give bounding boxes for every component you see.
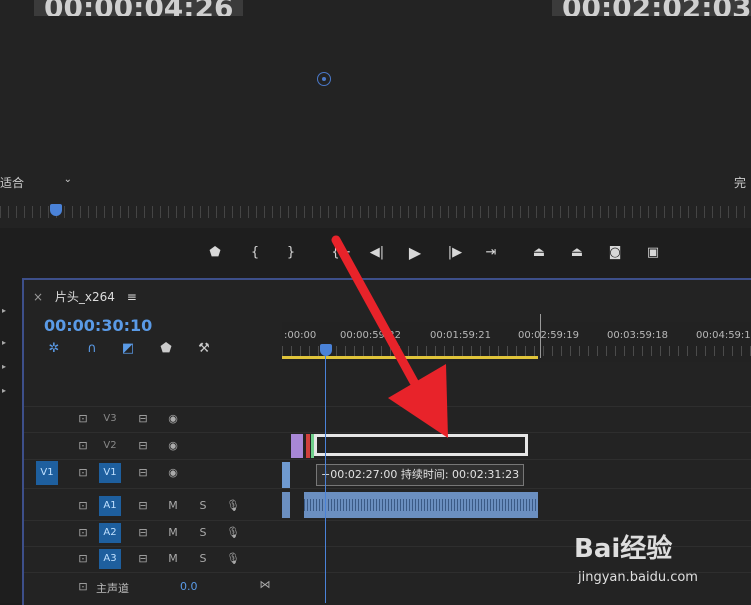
- program-monitor: 00:00:04:26 00:02:02:03 适合 ⌄ 完: [0, 0, 751, 228]
- mute-button[interactable]: M: [166, 499, 180, 513]
- ruler-ticks: [282, 346, 751, 356]
- microphone-icon[interactable]: 🎙︎: [226, 552, 240, 566]
- baidu-watermark-url: jingyan.baidu.com: [578, 570, 698, 585]
- track-divider: [24, 488, 751, 489]
- master-volume-value[interactable]: 0.0: [180, 580, 198, 593]
- tool-icon[interactable]: ▸: [2, 306, 10, 315]
- mute-button[interactable]: M: [166, 552, 180, 566]
- monitor-playhead[interactable]: [50, 204, 62, 216]
- track-label[interactable]: V2: [99, 436, 121, 456]
- extract-icon[interactable]: ⏏: [566, 242, 588, 264]
- sync-lock-icon[interactable]: ⊟: [136, 466, 150, 480]
- source-patch-v1[interactable]: V1: [36, 461, 58, 485]
- compare-icon[interactable]: ▣: [642, 242, 664, 264]
- tool-icon[interactable]: ▸: [2, 386, 10, 395]
- lock-icon[interactable]: ⊡: [76, 499, 90, 513]
- track-label[interactable]: A3: [99, 549, 121, 569]
- audio-clip[interactable]: [282, 492, 290, 518]
- lock-icon[interactable]: ⊡: [76, 466, 90, 480]
- mute-button[interactable]: M: [166, 526, 180, 540]
- track-divider: [24, 520, 751, 521]
- tool-strip: ▸ ▸ ▸ ▸: [0, 278, 22, 603]
- work-area-bar[interactable]: [282, 356, 538, 359]
- video-clip[interactable]: [282, 462, 290, 488]
- microphone-icon[interactable]: 🎙︎: [226, 526, 240, 540]
- snap-icon[interactable]: ∩: [84, 341, 100, 357]
- monitor-timecode-right: 00:02:02:03: [552, 0, 751, 16]
- step-back-icon[interactable]: ◀|: [366, 242, 388, 264]
- track-label[interactable]: V1: [99, 463, 121, 483]
- go-to-out-icon[interactable]: ⇥: [480, 242, 502, 264]
- camera-icon[interactable]: ◙: [604, 242, 626, 264]
- eye-icon[interactable]: ◉: [166, 439, 180, 453]
- microphone-icon[interactable]: 🎙︎: [226, 499, 240, 513]
- ruler-label: 00:04:59:16: [696, 330, 751, 341]
- chevron-down-icon: ⌄: [63, 174, 72, 185]
- sequence-timecode[interactable]: 00:00:30:10: [44, 316, 152, 335]
- lock-icon[interactable]: ⊡: [76, 552, 90, 566]
- lock-icon[interactable]: ⊡: [76, 580, 90, 594]
- track-divider: [24, 406, 751, 407]
- drag-tooltip: +00:02:27:00 持续时间: 00:02:31:23: [316, 464, 525, 486]
- sync-lock-icon[interactable]: ⊟: [136, 499, 150, 513]
- playhead-line: [325, 356, 326, 603]
- lift-icon[interactable]: ⏏: [528, 242, 550, 264]
- step-forward-icon[interactable]: |▶: [444, 242, 466, 264]
- transport-controls: ⬟ { } {⇤ ◀| ▶ |▶ ⇥ ⏏ ⏏ ◙ ▣: [0, 228, 751, 278]
- sequence-end-marker: [540, 314, 541, 358]
- go-to-edit-icon[interactable]: ⋈: [258, 578, 272, 592]
- timeline-playhead[interactable]: [320, 344, 332, 356]
- track-divider: [24, 432, 751, 433]
- close-icon[interactable]: ×: [33, 290, 43, 304]
- nest-icon[interactable]: ✲: [46, 341, 62, 357]
- ruler-label: :00:00: [284, 330, 317, 341]
- mark-in-icon[interactable]: {: [244, 242, 266, 264]
- crosshair-icon[interactable]: [317, 72, 331, 86]
- video-clip[interactable]: [291, 434, 303, 458]
- panel-menu-icon[interactable]: ≡: [127, 290, 137, 304]
- go-to-in-icon[interactable]: {⇤: [330, 242, 352, 264]
- ruler-label: 00:02:59:19: [518, 330, 580, 341]
- sequence-name: 片头_x264: [54, 290, 115, 304]
- track-label[interactable]: A2: [99, 523, 121, 543]
- sync-lock-icon[interactable]: ⊟: [136, 526, 150, 540]
- video-clip[interactable]: [306, 434, 310, 458]
- marker-icon[interactable]: ⬟: [204, 242, 226, 264]
- fit-dropdown[interactable]: 适合 ⌄: [0, 174, 76, 190]
- lock-icon[interactable]: ⊡: [76, 439, 90, 453]
- wrench-icon[interactable]: ⚒: [196, 341, 212, 357]
- solo-button[interactable]: S: [196, 499, 210, 513]
- monitor-scrub-bar[interactable]: [0, 206, 751, 218]
- solo-button[interactable]: S: [196, 526, 210, 540]
- tool-icon[interactable]: ▸: [2, 362, 10, 371]
- baidu-watermark-logo: Bai经验: [574, 534, 673, 564]
- ruler-label: 00:01:59:21: [430, 330, 492, 341]
- add-marker-icon[interactable]: ⬟: [158, 341, 174, 357]
- monitor-timecode-left[interactable]: 00:00:04:26: [34, 0, 244, 16]
- dragged-clip-outline[interactable]: [314, 434, 528, 456]
- sequence-tab[interactable]: × 片头_x264 ≡: [33, 288, 137, 305]
- linked-selection-icon[interactable]: ◩: [120, 341, 136, 357]
- sync-lock-icon[interactable]: ⊟: [136, 552, 150, 566]
- eye-icon[interactable]: ◉: [166, 466, 180, 480]
- ruler-label: 00:03:59:18: [607, 330, 669, 341]
- lock-icon[interactable]: ⊡: [76, 526, 90, 540]
- eye-icon[interactable]: ◉: [166, 412, 180, 426]
- ruler-label: 00:00:59:22: [340, 330, 402, 341]
- sync-lock-icon[interactable]: ⊟: [136, 439, 150, 453]
- master-track-label: 主声道: [96, 582, 129, 595]
- audio-clip[interactable]: [304, 492, 538, 518]
- play-icon[interactable]: ▶: [404, 242, 426, 264]
- fit-value: 适合: [0, 176, 25, 190]
- quality-dropdown[interactable]: 完: [734, 174, 746, 191]
- tool-icon[interactable]: ▸: [2, 338, 10, 347]
- track-divider: [24, 459, 751, 460]
- mark-out-icon[interactable]: }: [280, 242, 302, 264]
- sync-lock-icon[interactable]: ⊟: [136, 412, 150, 426]
- track-label[interactable]: A1: [99, 496, 121, 516]
- lock-icon[interactable]: ⊡: [76, 412, 90, 426]
- solo-button[interactable]: S: [196, 552, 210, 566]
- track-label[interactable]: V3: [99, 409, 121, 429]
